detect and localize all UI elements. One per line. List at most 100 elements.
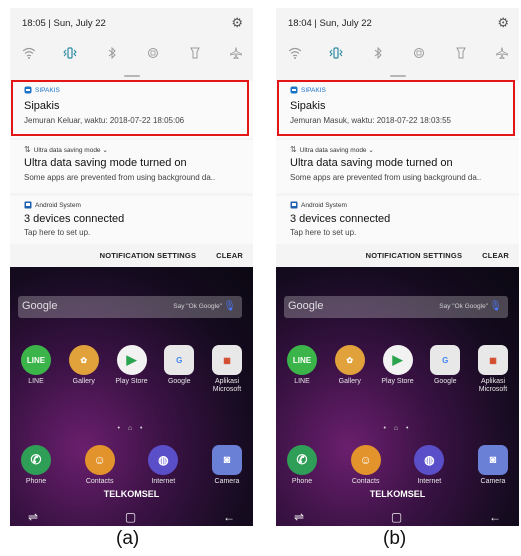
vibrate-icon[interactable] bbox=[327, 44, 345, 62]
data-saver-icon: ⇅ bbox=[24, 145, 31, 154]
notification-actions: NOTIFICATION SETTINGS CLEAR bbox=[366, 251, 509, 260]
mic-icon[interactable]: 🎙 bbox=[223, 301, 236, 312]
bluetooth-icon[interactable] bbox=[369, 44, 387, 62]
google-search-bar[interactable]: Google Say "Ok Google" 🎙 bbox=[18, 296, 242, 318]
internet-icon: ◍ bbox=[414, 445, 445, 475]
microsoft-folder-icon: ▦ bbox=[478, 345, 508, 375]
rotate-icon[interactable] bbox=[144, 44, 162, 62]
notification-settings-button[interactable]: NOTIFICATION SETTINGS bbox=[366, 251, 463, 260]
gallery-icon: ✿ bbox=[68, 345, 99, 375]
notification-title: Ultra data saving mode turned on bbox=[290, 157, 453, 169]
navigation-bar: ⇌ ▢ ← bbox=[294, 510, 501, 524]
app-microsoft[interactable]: ▦ Aplikasi Microsoft bbox=[471, 345, 515, 394]
back-icon[interactable]: ← bbox=[489, 510, 501, 524]
notification-body: Some apps are prevented from using backg… bbox=[290, 173, 482, 182]
line-icon: LINE bbox=[21, 345, 51, 375]
data-saving-notification[interactable]: ⇅ Ultra data saving mode ⌄ Ultra data sav… bbox=[276, 140, 519, 193]
home-screen: Google Say "Ok Google" 🎙 LINE LINE ✿ Galle… bbox=[276, 267, 519, 526]
notification-actions: NOTIFICATION SETTINGS CLEAR bbox=[100, 251, 243, 260]
navigation-bar: ⇌ ▢ ← bbox=[28, 510, 235, 524]
app-google[interactable]: G Google bbox=[423, 345, 467, 394]
internet-icon: ◍ bbox=[148, 445, 179, 475]
panel-handle[interactable] bbox=[123, 75, 140, 77]
highlight-box bbox=[277, 80, 515, 136]
airplane-icon[interactable] bbox=[493, 44, 511, 62]
recents-icon[interactable]: ⇌ bbox=[294, 510, 304, 524]
gear-icon[interactable]: ⚙ bbox=[497, 15, 509, 31]
vibrate-icon[interactable] bbox=[61, 44, 79, 62]
app-camera[interactable]: ◙ Camera bbox=[205, 445, 249, 486]
android-system-icon bbox=[290, 201, 298, 209]
app-microsoft[interactable]: ▦ Aplikasi Microsoft bbox=[205, 345, 249, 394]
notification-app-name: Ultra data saving mode ⌄ bbox=[299, 146, 374, 154]
quick-settings-row bbox=[286, 44, 511, 62]
wifi-icon[interactable] bbox=[20, 44, 38, 62]
app-phone[interactable]: ✆ Phone bbox=[14, 445, 58, 486]
phone-icon: ✆ bbox=[287, 445, 317, 475]
app-gallery[interactable]: ✿ Gallery bbox=[328, 345, 372, 394]
app-dock: ✆ Phone ☺ Contacts ◍ Internet ◙ Camera bbox=[14, 445, 249, 486]
phone-screenshot-a: 18:05 | Sun, July 22 ⚙ SIPAKIS Sipakis J… bbox=[10, 8, 253, 526]
app-line[interactable]: LINE LINE bbox=[14, 345, 58, 394]
home-icon[interactable]: ▢ bbox=[391, 510, 402, 524]
camera-icon: ◙ bbox=[211, 445, 242, 475]
app-contacts[interactable]: ☺ Contacts bbox=[344, 445, 388, 486]
wifi-icon[interactable] bbox=[286, 44, 304, 62]
notification-title: 3 devices connected bbox=[24, 213, 125, 225]
line-icon: LINE bbox=[287, 345, 317, 375]
google-search-bar[interactable]: Google Say "Ok Google" 🎙 bbox=[284, 296, 508, 318]
play-store-icon: ▶ bbox=[116, 345, 147, 375]
clear-button[interactable]: CLEAR bbox=[216, 251, 243, 260]
data-saving-notification[interactable]: ⇅ Ultra data saving mode ⌄ Ultra data sav… bbox=[10, 140, 253, 193]
notification-panel: 18:04 | Sun, July 22 ⚙ SIPAKIS Sipakis J… bbox=[276, 8, 519, 267]
play-store-icon: ▶ bbox=[382, 345, 413, 375]
airplane-icon[interactable] bbox=[227, 44, 245, 62]
google-folder-icon: G bbox=[430, 345, 461, 375]
home-icon[interactable]: ▢ bbox=[125, 510, 136, 524]
notification-body: Some apps are prevented from using backg… bbox=[24, 173, 216, 182]
gear-icon[interactable]: ⚙ bbox=[231, 15, 243, 31]
app-play-store[interactable]: ▶ Play Store bbox=[110, 345, 154, 394]
app-camera[interactable]: ◙ Camera bbox=[471, 445, 515, 486]
clear-button[interactable]: CLEAR bbox=[482, 251, 509, 260]
search-hint: Say "Ok Google" bbox=[173, 303, 222, 310]
bluetooth-icon[interactable] bbox=[103, 44, 121, 62]
app-phone[interactable]: ✆ Phone bbox=[280, 445, 324, 486]
page-indicator: • ⌂ • bbox=[383, 425, 412, 432]
notification-body: Tap here to set up. bbox=[24, 228, 91, 237]
quick-settings-row bbox=[20, 44, 245, 62]
notification-title: 3 devices connected bbox=[290, 213, 391, 225]
app-internet[interactable]: ◍ Internet bbox=[407, 445, 451, 486]
app-internet[interactable]: ◍ Internet bbox=[141, 445, 185, 486]
search-hint: Say "Ok Google" bbox=[439, 303, 488, 310]
panel-handle[interactable] bbox=[389, 75, 406, 77]
notification-settings-button[interactable]: NOTIFICATION SETTINGS bbox=[100, 251, 197, 260]
app-google[interactable]: G Google bbox=[157, 345, 201, 394]
notification-app-name: Android System bbox=[301, 201, 347, 209]
app-play-store[interactable]: ▶ Play Store bbox=[376, 345, 420, 394]
highlight-box bbox=[11, 80, 249, 136]
android-system-notification[interactable]: Android System 3 devices connected Tap h… bbox=[276, 196, 519, 244]
app-row-1: LINE LINE ✿ Gallery ▶ Play Store G Google ▦ A… bbox=[14, 345, 249, 394]
caption-a: (a) bbox=[116, 528, 140, 549]
flashlight-icon[interactable] bbox=[452, 44, 470, 62]
contacts-icon: ☺ bbox=[84, 445, 115, 475]
rotate-icon[interactable] bbox=[410, 44, 428, 62]
app-row-1: LINE LINE ✿ Gallery ▶ Play Store G Google ▦ A… bbox=[280, 345, 515, 394]
data-saver-icon: ⇅ bbox=[290, 145, 297, 154]
home-screen: Google Say "Ok Google" 🎙 LINE LINE ✿ Galle… bbox=[10, 267, 253, 526]
recents-icon[interactable]: ⇌ bbox=[28, 510, 38, 524]
google-logo: Google bbox=[22, 300, 58, 312]
carrier-label: TELKOMSEL bbox=[369, 489, 426, 499]
app-line[interactable]: LINE LINE bbox=[280, 345, 324, 394]
notification-app-name: Android System bbox=[35, 201, 81, 209]
flashlight-icon[interactable] bbox=[186, 44, 204, 62]
mic-icon[interactable]: 🎙 bbox=[489, 301, 502, 312]
app-contacts[interactable]: ☺ Contacts bbox=[78, 445, 122, 486]
android-system-notification[interactable]: Android System 3 devices connected Tap h… bbox=[10, 196, 253, 244]
status-time-date: 18:05 | Sun, July 22 bbox=[22, 18, 106, 29]
phone-screenshot-b: 18:04 | Sun, July 22 ⚙ SIPAKIS Sipakis J… bbox=[276, 8, 519, 526]
app-gallery[interactable]: ✿ Gallery bbox=[62, 345, 106, 394]
android-system-icon bbox=[24, 201, 32, 209]
back-icon[interactable]: ← bbox=[223, 510, 235, 524]
